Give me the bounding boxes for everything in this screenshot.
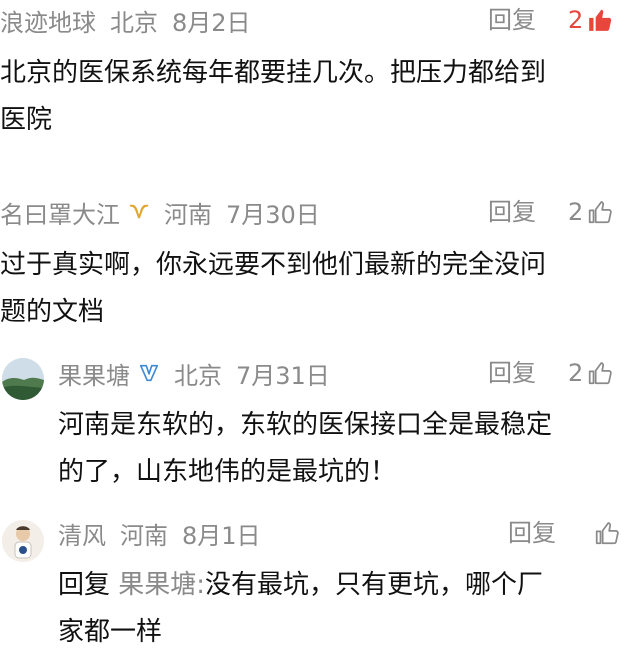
gold-v-badge-icon [129,204,149,219]
comment-body-line-1: 没有最坑，只有更坑，哪个厂 [205,570,544,600]
like-count: 2 [568,198,584,226]
child-avatar-icon [2,520,44,562]
replied-username[interactable]: 果果塘: [118,570,205,600]
like-count: 2 [568,359,584,387]
like-button[interactable]: 2 [568,4,613,36]
avatar[interactable] [2,520,44,562]
reply-prefix: 回复 [58,570,111,600]
comment-meta: 名曰罩大江 河南 7月30日 [0,195,320,230]
reply-button[interactable]: 回复 [488,357,536,389]
reply-button[interactable]: 回复 [508,517,556,549]
like-count: 2 [568,6,584,34]
comment-body: 河南是东软的，东软的医保接口全是最稳定 的了，山东地伟的是最坑的！ [58,410,553,487]
reply-button[interactable]: 回复 [488,4,536,36]
like-button[interactable]: 2 [568,357,613,389]
thumbs-up-filled-icon [589,9,612,31]
avatar[interactable] [2,358,44,400]
landscape-avatar-icon [2,358,44,400]
like-button[interactable]: 2 [568,196,613,228]
thumbs-up-icon [589,201,613,224]
comment-username[interactable]: 果果塘 [58,356,130,391]
thumbs-up-icon [589,362,613,385]
comment-location: 河南 [164,200,212,229]
comment-meta: 果果塘 北京 7月31日 [58,356,330,391]
comment-date: 7月30日 [226,200,320,229]
comment-meta: 浪迹地球 北京 8月2日 [0,3,251,38]
comment-body-line-2: 家都一样 [58,617,163,647]
comment-date: 8月2日 [172,8,251,37]
reply-button[interactable]: 回复 [488,196,536,228]
comment-date: 8月1日 [182,521,261,550]
comment-username[interactable]: 浪迹地球 [0,3,96,38]
comment-location: 北京 [110,8,158,37]
comment-location: 北京 [174,361,222,390]
comment-location: 河南 [120,521,168,550]
like-button[interactable] [594,517,620,549]
thumbs-up-icon [595,522,619,545]
comment-username[interactable]: 名曰罩大江 [0,195,120,230]
blue-v-badge-icon [139,364,159,382]
comment-body: 过于真实啊，你永远要不到他们最新的完全没问 题的文档 [0,250,547,327]
comment-date: 7月31日 [236,361,330,390]
comment-body: 北京的医保系统每年都要挂几次。把压力都给到 医院 [0,58,547,135]
comment-username[interactable]: 清风 [58,516,106,551]
comment-meta: 清风 河南 8月1日 [58,516,261,551]
